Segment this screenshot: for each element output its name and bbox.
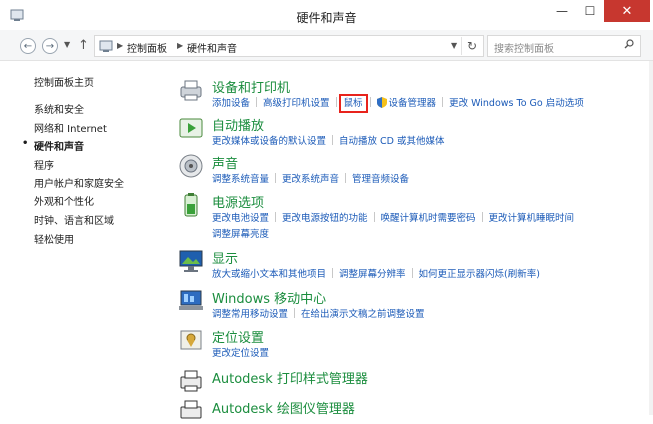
up-arrow-icon[interactable]: ↑: [78, 38, 89, 53]
plotter-icon: [180, 400, 202, 419]
breadcrumb-separator-icon[interactable]: ▶: [177, 41, 183, 50]
link-device-manager[interactable]: 设备管理器: [389, 98, 437, 109]
category-links: 更改定位设置: [212, 345, 269, 359]
link-screen-resolution[interactable]: 调整屏幕分辨率: [339, 269, 406, 280]
link-adjust-brightness[interactable]: 调整屏幕亮度: [212, 229, 269, 240]
link-add-device[interactable]: 添加设备: [212, 98, 250, 109]
link-fix-flicker[interactable]: 如何更正显示器闪烁(刷新率): [419, 269, 540, 280]
power-battery-icon: [184, 193, 198, 217]
sidebar-item-home[interactable]: 控制面板主页: [34, 74, 94, 89]
breadcrumb-control-panel[interactable]: 控制面板: [127, 40, 167, 55]
category-title[interactable]: 定位设置: [212, 327, 264, 346]
category-links: 放大或缩小文本和其他项目 调整屏幕分辨率 如何更正显示器闪烁(刷新率): [212, 266, 540, 280]
link-separator: [442, 97, 444, 107]
link-zoom-text[interactable]: 放大或缩小文本和其他项目: [212, 269, 326, 280]
sidebar-item-network[interactable]: 网络和 Internet: [34, 120, 107, 135]
address-bar[interactable]: ▶ 控制面板 ▶ 硬件和声音 ▼ ↻: [94, 35, 484, 57]
link-change-battery-settings[interactable]: 更改电池设置: [212, 213, 269, 224]
link-require-password-wake[interactable]: 唤醒计算机时需要密码: [381, 213, 476, 224]
scrollbar[interactable]: [649, 61, 653, 415]
category-title[interactable]: Autodesk 绘图仪管理器: [212, 398, 355, 417]
search-icon[interactable]: [624, 39, 634, 49]
breadcrumb-hardware-sound[interactable]: 硬件和声音: [187, 40, 237, 55]
speaker-icon: [179, 154, 203, 178]
sidebar-item-label: 硬件和声音: [34, 142, 84, 153]
link-separator: [275, 212, 277, 222]
link-separator: [411, 268, 413, 278]
link-windows-to-go[interactable]: 更改 Windows To Go 启动选项: [449, 98, 584, 109]
link-change-system-sounds[interactable]: 更改系统声音: [282, 174, 339, 185]
sidebar-item-system-security[interactable]: 系统和安全: [34, 101, 84, 116]
category-links: 更改电池设置 更改电源按钮的功能 唤醒计算机时需要密码 更改计算机睡眠时间: [212, 210, 574, 224]
autoplay-icon: [179, 118, 203, 138]
link-separator: [294, 308, 296, 318]
category-links-row2: 调整屏幕亮度: [212, 226, 269, 240]
category-links: 调整常用移动设置 在给出演示文稿之前调整设置: [212, 306, 425, 320]
maximize-button[interactable]: ☐: [576, 0, 604, 22]
link-advanced-printer-setup[interactable]: 高级打印机设置: [263, 98, 330, 109]
sidebar-item-clock-language[interactable]: 时钟、语言和区域: [34, 212, 114, 227]
category-title[interactable]: 声音: [212, 153, 238, 172]
link-separator: [373, 212, 375, 222]
category-title[interactable]: 电源选项: [212, 192, 264, 211]
breadcrumb-separator-icon[interactable]: ▶: [117, 41, 123, 50]
location-icon: [180, 330, 202, 350]
sidebar-item-hardware-sound[interactable]: • 硬件和声音: [22, 138, 84, 153]
mobility-center-icon: [179, 290, 203, 310]
sidebar-item-ease-of-access[interactable]: 轻松使用: [34, 231, 74, 246]
control-panel-icon: [99, 40, 113, 52]
recent-locations-chevron-icon[interactable]: ▼: [64, 40, 70, 49]
sidebar-item-appearance[interactable]: 外观和个性化: [34, 193, 94, 208]
category-title[interactable]: 自动播放: [212, 115, 264, 134]
link-power-button-function[interactable]: 更改电源按钮的功能: [282, 213, 368, 224]
link-change-location-settings[interactable]: 更改定位设置: [212, 348, 269, 359]
link-autoplay-cd[interactable]: 自动播放 CD 或其他媒体: [339, 136, 445, 147]
navigation-bar: ← → ▼ ↑ ▶ 控制面板 ▶ 硬件和声音 ▼ ↻ 搜索控制面板: [0, 30, 653, 61]
category-title[interactable]: Autodesk 打印样式管理器: [212, 368, 368, 387]
category-links: 调整系统音量 更改系统声音 管理音频设备: [212, 171, 409, 185]
category-title[interactable]: 显示: [212, 248, 238, 267]
category-title[interactable]: Windows 移动中心: [212, 288, 326, 307]
category-title[interactable]: 设备和打印机: [212, 77, 290, 96]
category-links: 添加设备 高级打印机设置 鼠标 设备管理器 更改 Windows To Go 启动选项: [212, 94, 584, 113]
close-button[interactable]: ✕: [604, 0, 650, 22]
link-presentation-settings[interactable]: 在给出演示文稿之前调整设置: [301, 309, 425, 320]
link-change-sleep-time[interactable]: 更改计算机睡眠时间: [489, 213, 575, 224]
link-separator: [481, 212, 483, 222]
search-input[interactable]: 搜索控制面板: [487, 35, 641, 57]
monitor-icon: [179, 250, 203, 272]
link-separator: [332, 135, 334, 145]
link-separator: [256, 97, 258, 107]
active-bullet-icon: •: [22, 138, 29, 149]
sidebar-item-user-accounts[interactable]: 用户帐户和家庭安全: [34, 175, 124, 190]
plotter-icon: [180, 370, 202, 392]
link-separator: [345, 173, 347, 183]
link-change-default-media[interactable]: 更改媒体或设备的默认设置: [212, 136, 326, 147]
link-mobility-settings[interactable]: 调整常用移动设置: [212, 309, 288, 320]
category-links: 更改媒体或设备的默认设置 自动播放 CD 或其他媒体: [212, 133, 445, 147]
sidebar-item-programs[interactable]: 程序: [34, 157, 54, 172]
title-bar: 硬件和声音 — ☐ ✕: [0, 0, 653, 30]
link-separator: [275, 173, 277, 183]
link-manage-audio-devices[interactable]: 管理音频设备: [352, 174, 409, 185]
refresh-icon[interactable]: ↻: [461, 37, 482, 55]
link-separator: [369, 97, 371, 107]
uac-shield-icon: [376, 97, 387, 108]
link-mouse[interactable]: 鼠标: [338, 94, 368, 113]
minimize-button[interactable]: —: [548, 0, 576, 22]
link-separator: [332, 268, 334, 278]
address-dropdown-icon[interactable]: ▼: [451, 41, 457, 50]
forward-arrow-icon[interactable]: →: [42, 38, 58, 54]
back-arrow-icon[interactable]: ←: [20, 38, 36, 54]
link-adjust-volume[interactable]: 调整系统音量: [212, 174, 269, 185]
printer-icon: [180, 80, 202, 101]
link-separator: [335, 97, 337, 107]
search-placeholder: 搜索控制面板: [494, 44, 554, 55]
